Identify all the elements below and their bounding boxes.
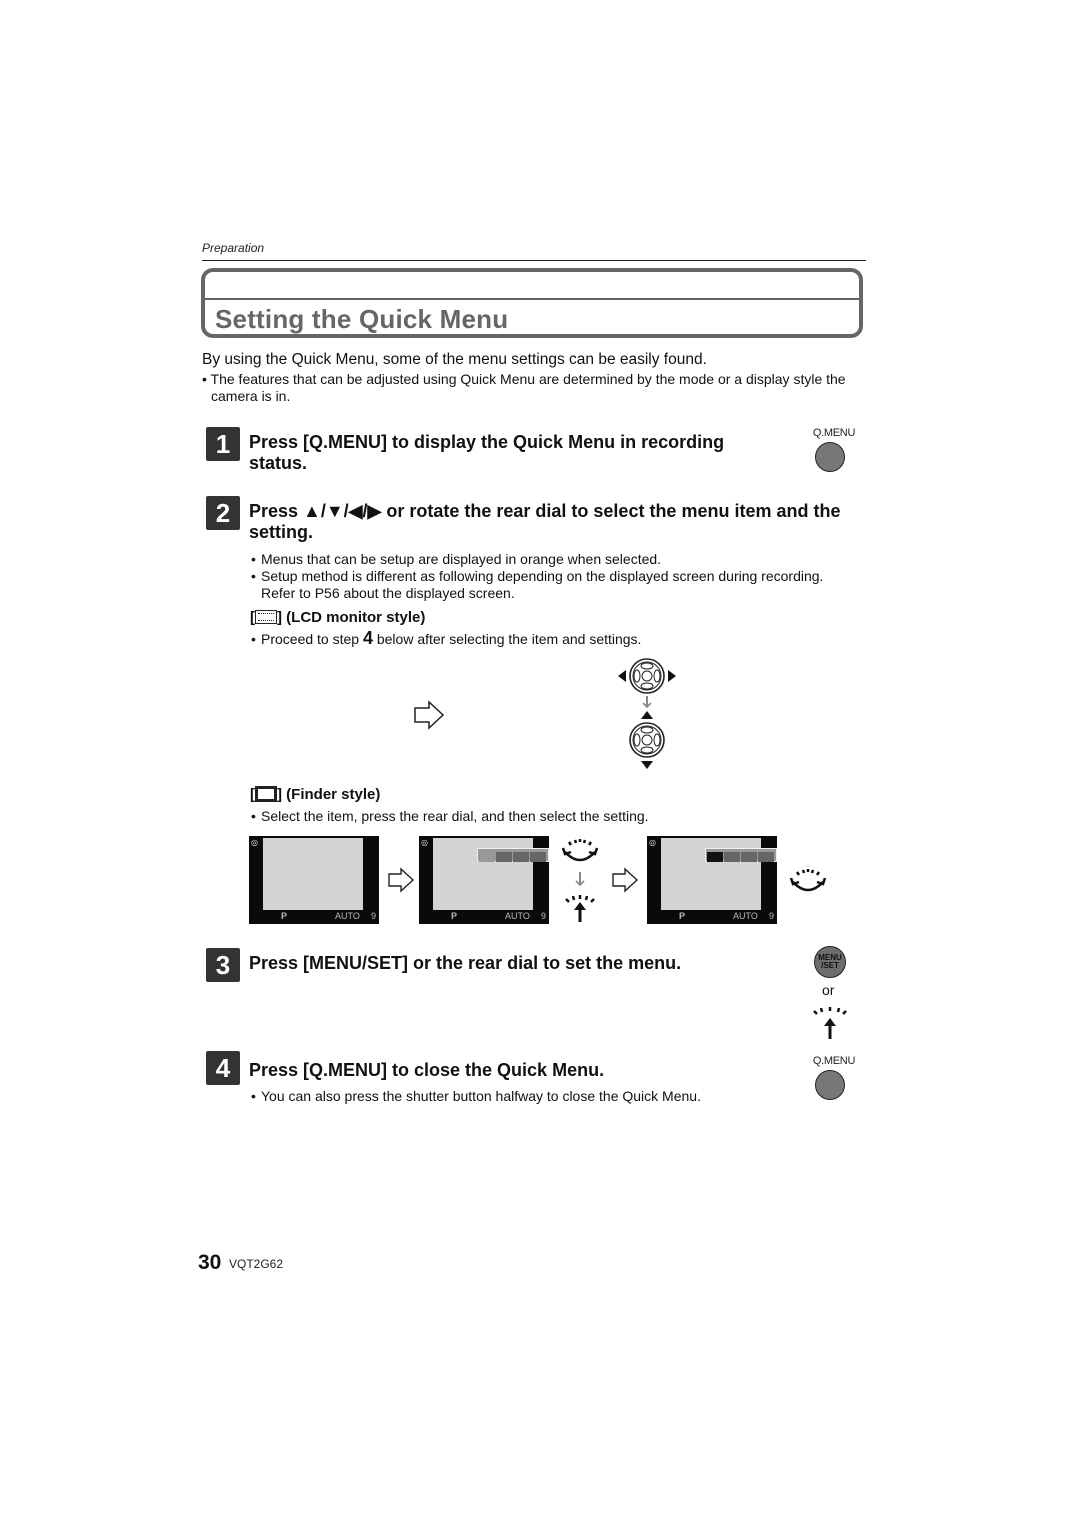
intro-bullet: • The features that can be adjusted usin… (202, 371, 876, 405)
screen-top-icons: ◎ (251, 838, 258, 847)
step-4-bullet-text: You can also press the shutter button ha… (261, 1088, 701, 1104)
rear-dial-rotate-icon (561, 839, 599, 862)
step-1-number: 1 (206, 427, 240, 461)
screen-remaining: 9 (541, 911, 547, 921)
cursor-pad-up-down-icon (629, 711, 665, 769)
qmenu-button-icon (815, 442, 845, 472)
step-2-bullet-2-text: Setup method is different as following d… (261, 568, 824, 601)
next-arrow-icon (414, 700, 445, 730)
menu-set-button-icon: MENU/SET (814, 946, 846, 978)
rear-dial-press-icon (565, 895, 595, 922)
cursor-pad-diagram (618, 658, 676, 769)
camera-screen-3: ◎ P AUTO 9 (647, 836, 777, 924)
section-divider (202, 260, 866, 261)
qmenu-button-label: Q.MENU (812, 427, 856, 439)
screen-iso: AUTO (335, 911, 360, 921)
step-3-number: 3 (206, 948, 240, 982)
title-box-divider (205, 298, 859, 300)
cursor-pad-left-right-icon (618, 658, 676, 694)
finder-style-heading: [] (Finder style) (250, 786, 381, 803)
rear-dial-rotate-icon (789, 869, 827, 892)
camera-screen-2: ◎ P AUTO 9 (419, 836, 549, 924)
screen-mode: P (281, 911, 288, 921)
step-3-text: Press [MENU/SET] or the rear dial to set… (249, 953, 682, 973)
screen-remaining: 9 (769, 911, 775, 921)
quick-menu-bar (477, 848, 549, 862)
quick-menu-bar (705, 848, 777, 862)
rear-dial-sequence (561, 839, 599, 922)
step-2-bullet-1: • Menus that can be setup are displayed i… (251, 551, 662, 567)
screen-status-bar: P AUTO 9 (647, 910, 777, 924)
lcd-bullet-post: below after selecting the item and setti… (372, 631, 642, 647)
qmenu-button-label: Q.MENU (812, 1055, 856, 1067)
finder-style-bullet-text: Select the item, press the rear dial, an… (261, 808, 649, 824)
section-label: Preparation (202, 241, 265, 255)
camera-screen-1: ◎ P AUTO 9 (249, 836, 379, 924)
intro-bullet-text: The features that can be adjusted using … (210, 371, 846, 404)
lcd-monitor-icon (255, 610, 277, 624)
step-4-text: Press [Q.MENU] to close the Quick Menu. (249, 1060, 605, 1080)
step-2-number: 2 (206, 496, 240, 530)
next-arrow-icon (612, 867, 639, 893)
finder-style-bullet: • Select the item, press the rear dial, a… (251, 808, 649, 824)
rear-dial-press-icon (813, 1007, 847, 1039)
screen-mode: P (451, 911, 458, 921)
down-arrow-gray-icon (642, 696, 652, 709)
step-4-number: 4 (206, 1051, 240, 1085)
screen-status-bar: P AUTO 9 (249, 910, 379, 924)
lcd-bullet-pre: Proceed to step (261, 631, 363, 647)
intro-text: By using the Quick Menu, some of the men… (202, 351, 707, 368)
screen-iso: AUTO (505, 911, 530, 921)
lcd-style-heading-text: (LCD monitor style) (286, 609, 426, 626)
screen-iso: AUTO (733, 911, 758, 921)
step-2-bullet-2: • Setup method is different as following … (251, 568, 824, 601)
down-arrow-gray-icon (575, 872, 585, 887)
step-2-bullet-1-text: Menus that can be setup are displayed in… (261, 551, 662, 567)
next-arrow-icon (388, 867, 415, 893)
page-number: 30 (198, 1251, 222, 1274)
screen-status-bar: P AUTO 9 (419, 910, 549, 924)
or-label: or (822, 982, 835, 998)
bullet-dot: • (202, 371, 211, 387)
finder-style-heading-text: (Finder style) (286, 786, 381, 803)
screen-mode: P (679, 911, 686, 921)
title-box: Setting the Quick Menu (201, 268, 863, 338)
menu-set-label-2: /SET (821, 961, 839, 970)
step-1-text: Press [Q.MENU] to display the Quick Menu… (249, 432, 725, 473)
step-4-bullet: • You can also press the shutter button h… (251, 1088, 701, 1104)
model-code: VQT2G62 (229, 1257, 284, 1271)
lcd-bullet-step-ref: 4 (362, 628, 373, 648)
step-2-text: Press ▲/▼/◀/▶ or rotate the rear dial to… (249, 501, 841, 542)
lcd-style-heading: [] (LCD monitor style) (250, 609, 426, 626)
screen-remaining: 9 (371, 911, 377, 921)
finder-icon (255, 786, 277, 802)
page-title: Setting the Quick Menu (215, 304, 509, 334)
qmenu-button-icon (815, 1070, 845, 1100)
lcd-style-bullet: • Proceed to step 4 below after selecting… (251, 628, 642, 648)
